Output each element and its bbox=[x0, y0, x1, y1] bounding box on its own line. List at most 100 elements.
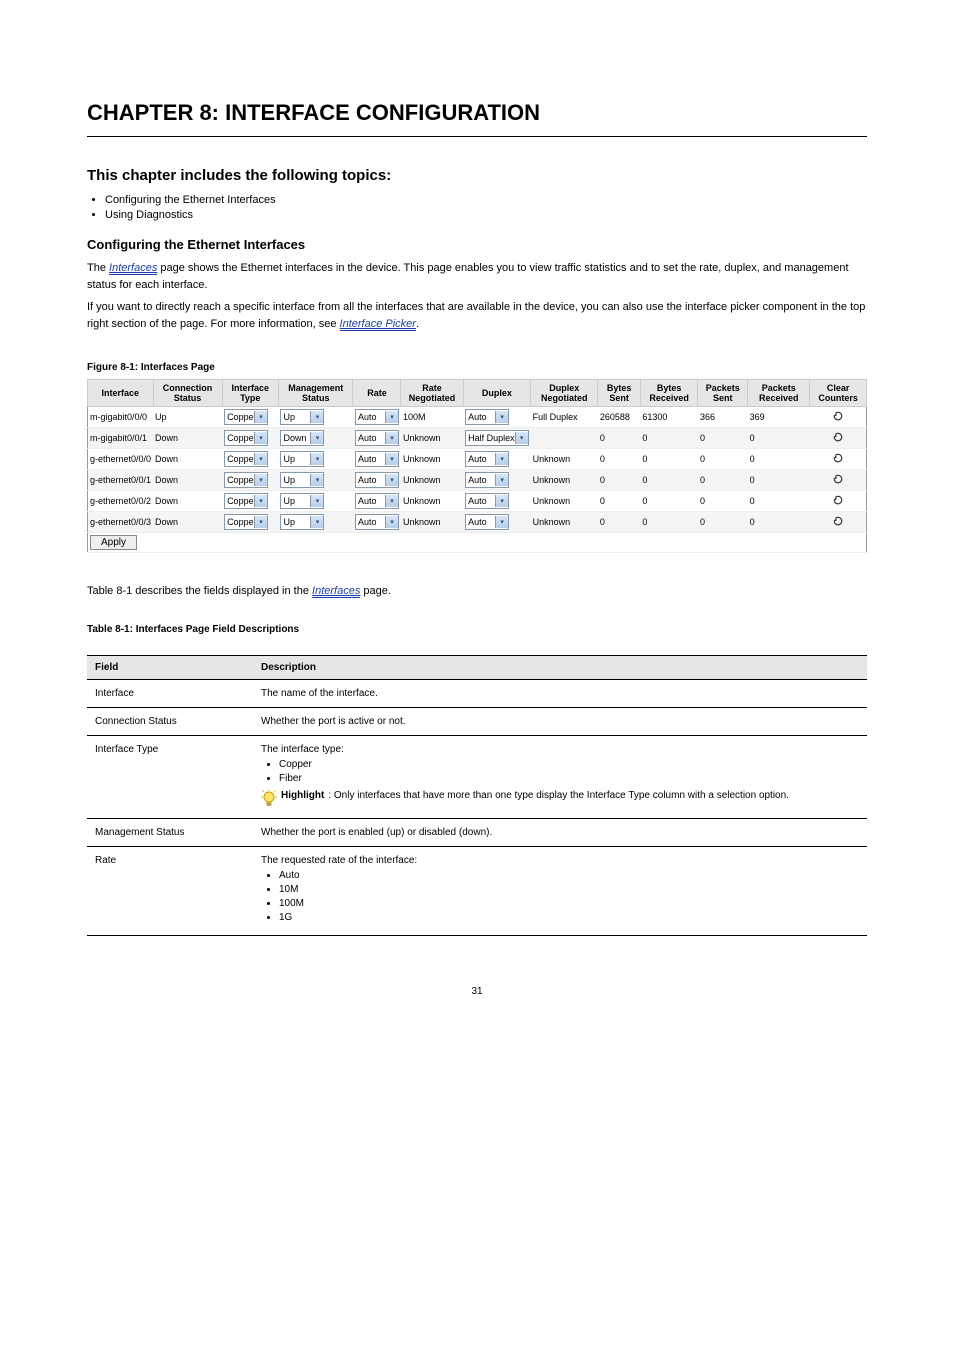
chevron-down-icon: ▾ bbox=[310, 516, 323, 528]
section-paragraph: If you want to directly reach a specific… bbox=[87, 299, 867, 332]
duplex-select[interactable]: Auto▾ bbox=[465, 514, 509, 530]
chevron-down-icon: ▾ bbox=[385, 516, 398, 528]
rate-negotiated: Unknown bbox=[401, 428, 463, 449]
rate-negotiated: Unknown bbox=[401, 449, 463, 470]
packets-received: 0 bbox=[748, 449, 810, 470]
interface-type-select[interactable]: Coppe▾ bbox=[224, 472, 268, 488]
management-status-select[interactable]: Up▾ bbox=[280, 409, 324, 425]
duplex-select[interactable]: Auto▾ bbox=[465, 451, 509, 467]
management-status-select[interactable]: Up▾ bbox=[280, 472, 324, 488]
intro-item: Using Diagnostics bbox=[105, 209, 867, 221]
interface-picker-link[interactable]: Interface Picker bbox=[340, 318, 416, 331]
bytes-sent: 0 bbox=[598, 491, 641, 512]
chevron-down-icon: ▾ bbox=[385, 453, 398, 465]
rate-negotiated: Unknown bbox=[401, 491, 463, 512]
refresh-icon[interactable] bbox=[832, 410, 844, 422]
figure-caption: Figure 8-1: Interfaces Page bbox=[87, 362, 867, 373]
interfaces-link[interactable]: Interfaces bbox=[312, 585, 360, 598]
bytes-sent: 0 bbox=[598, 470, 641, 491]
table-row: RateThe requested rate of the interface:… bbox=[87, 846, 867, 935]
refresh-icon[interactable] bbox=[832, 452, 844, 464]
duplex-select[interactable]: Half Duplex▾ bbox=[465, 430, 529, 446]
packets-received: 369 bbox=[748, 407, 810, 428]
packets-received: 0 bbox=[748, 428, 810, 449]
field-name: Rate bbox=[87, 846, 253, 935]
duplex-select[interactable]: Auto▾ bbox=[465, 409, 509, 425]
chevron-down-icon: ▾ bbox=[310, 432, 323, 444]
if-table-header: Connection Status bbox=[153, 380, 222, 407]
connection-status: Down bbox=[153, 491, 222, 512]
interface-type-select[interactable]: Coppe▾ bbox=[224, 451, 268, 467]
field-description: The name of the interface. bbox=[253, 679, 867, 707]
duplex-select[interactable]: Auto▾ bbox=[465, 493, 509, 509]
chevron-down-icon: ▾ bbox=[495, 453, 508, 465]
rate-select[interactable]: Auto▾ bbox=[355, 451, 399, 467]
duplex-select[interactable]: Auto▾ bbox=[465, 472, 509, 488]
if-table-header: Management Status bbox=[278, 380, 353, 407]
chevron-down-icon: ▾ bbox=[254, 411, 267, 423]
duplex-negotiated: Full Duplex bbox=[531, 407, 598, 428]
interface-type-select[interactable]: Coppe▾ bbox=[224, 409, 268, 425]
connection-status: Down bbox=[153, 470, 222, 491]
packets-sent: 0 bbox=[698, 491, 748, 512]
duplex-negotiated bbox=[531, 428, 598, 449]
interfaces-link[interactable]: Interfaces bbox=[109, 262, 157, 275]
table-row: m-gigabit0/0/0UpCoppe▾Up▾Auto▾100MAuto▾F… bbox=[88, 407, 867, 428]
refresh-icon[interactable] bbox=[832, 431, 844, 443]
if-table-header: Bytes Received bbox=[640, 380, 698, 407]
intro-item: Configuring the Ethernet Interfaces bbox=[105, 194, 867, 206]
table-row: Interface TypeThe interface type:CopperF… bbox=[87, 735, 867, 818]
if-table-header: Bytes Sent bbox=[598, 380, 641, 407]
if-table-header: Interface Type bbox=[222, 380, 278, 407]
interface-name: m-gigabit0/0/1 bbox=[88, 428, 154, 449]
list-item: 1G bbox=[279, 912, 859, 923]
refresh-icon[interactable] bbox=[832, 515, 844, 527]
section-paragraph: The Interfaces page shows the Ethernet i… bbox=[87, 260, 867, 293]
management-status-select[interactable]: Up▾ bbox=[280, 514, 324, 530]
connection-status: Down bbox=[153, 449, 222, 470]
rate-negotiated: Unknown bbox=[401, 470, 463, 491]
chevron-down-icon: ▾ bbox=[385, 474, 398, 486]
apply-button[interactable]: Apply bbox=[90, 535, 137, 550]
list-item: Fiber bbox=[279, 773, 859, 784]
rate-select[interactable]: Auto▾ bbox=[355, 493, 399, 509]
packets-sent: 0 bbox=[698, 449, 748, 470]
rate-select[interactable]: Auto▾ bbox=[355, 409, 399, 425]
interface-type-select[interactable]: Coppe▾ bbox=[224, 514, 268, 530]
chevron-down-icon: ▾ bbox=[254, 453, 267, 465]
rate-select[interactable]: Auto▾ bbox=[355, 514, 399, 530]
packets-received: 0 bbox=[748, 470, 810, 491]
chapter-title: CHAPTER 8: INTERFACE CONFIGURATION bbox=[87, 100, 867, 126]
bytes-received: 0 bbox=[640, 491, 698, 512]
chevron-down-icon: ▾ bbox=[495, 474, 508, 486]
interfaces-table: InterfaceConnection StatusInterface Type… bbox=[87, 379, 867, 553]
field-name: Interface bbox=[87, 679, 253, 707]
interface-name: g-ethernet0/0/2 bbox=[88, 491, 154, 512]
list-item: 10M bbox=[279, 884, 859, 895]
if-table-header: Duplex bbox=[463, 380, 531, 407]
highlight-label: Highlight bbox=[281, 790, 324, 801]
management-status-select[interactable]: Down▾ bbox=[280, 430, 324, 446]
duplex-negotiated: Unknown bbox=[531, 491, 598, 512]
refresh-icon[interactable] bbox=[832, 494, 844, 506]
management-status-select[interactable]: Up▾ bbox=[280, 451, 324, 467]
interface-type-select[interactable]: Coppe▾ bbox=[224, 430, 268, 446]
chevron-down-icon: ▾ bbox=[254, 474, 267, 486]
interface-type-select[interactable]: Coppe▾ bbox=[224, 493, 268, 509]
if-table-header: Rate Negotiated bbox=[401, 380, 463, 407]
field-description: The interface type:CopperFiberHighlight:… bbox=[253, 735, 867, 818]
refresh-icon[interactable] bbox=[832, 473, 844, 485]
interface-name: g-ethernet0/0/3 bbox=[88, 512, 154, 533]
field-name: Management Status bbox=[87, 818, 253, 846]
rate-select[interactable]: Auto▾ bbox=[355, 472, 399, 488]
rate-select[interactable]: Auto▾ bbox=[355, 430, 399, 446]
packets-sent: 0 bbox=[698, 470, 748, 491]
packets-sent: 0 bbox=[698, 512, 748, 533]
chevron-down-icon: ▾ bbox=[495, 495, 508, 507]
connection-status: Up bbox=[153, 407, 222, 428]
bytes-received: 61300 bbox=[640, 407, 698, 428]
duplex-negotiated: Unknown bbox=[531, 449, 598, 470]
management-status-select[interactable]: Up▾ bbox=[280, 493, 324, 509]
field-description: Whether the port is enabled (up) or disa… bbox=[253, 818, 867, 846]
table-row: g-ethernet0/0/2DownCoppe▾Up▾Auto▾Unknown… bbox=[88, 491, 867, 512]
